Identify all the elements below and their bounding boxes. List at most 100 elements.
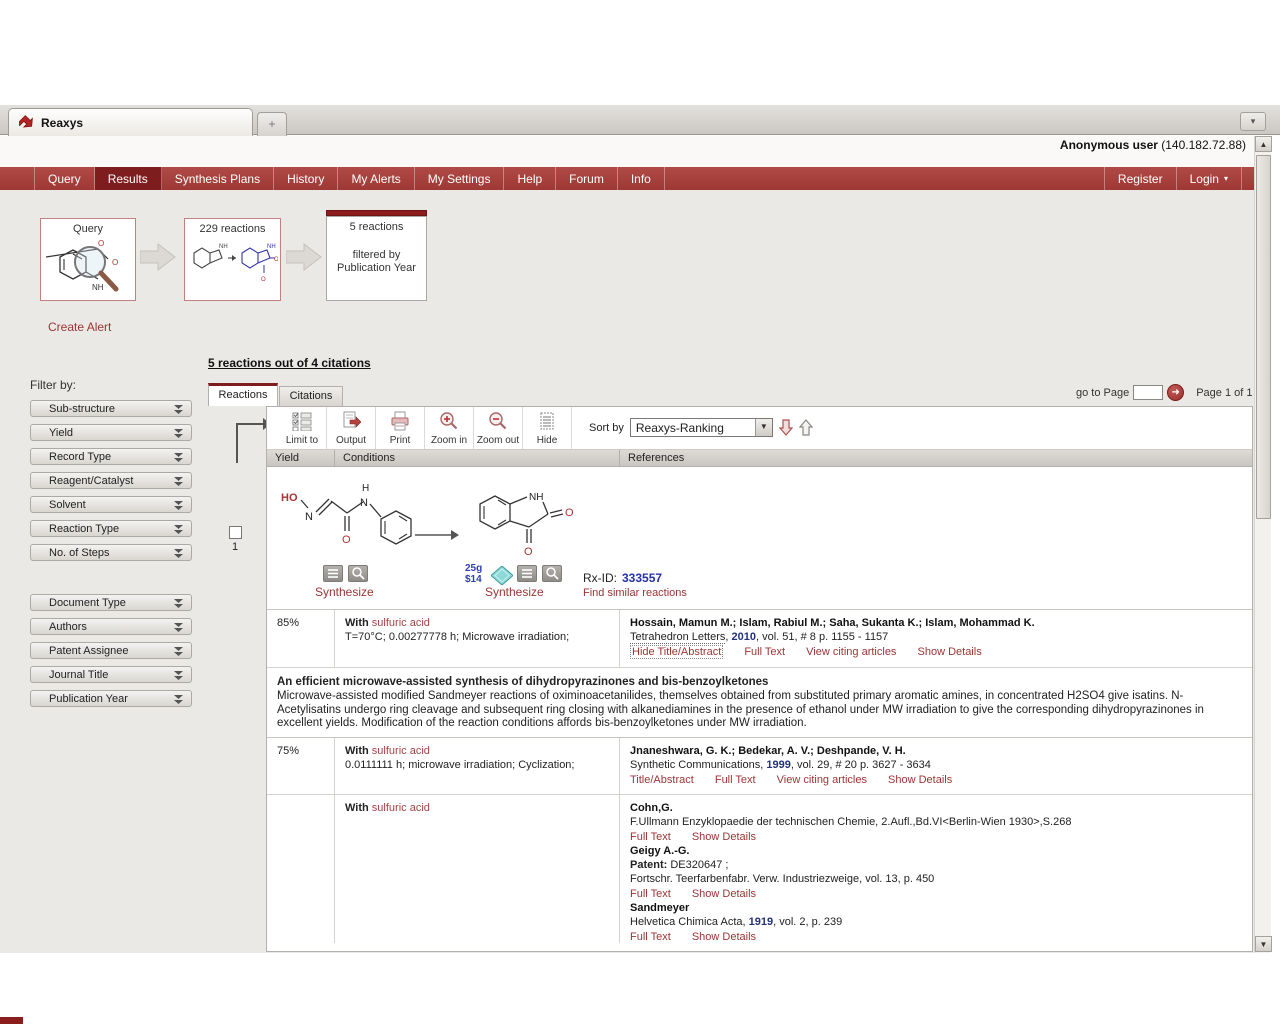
references-cell: Cohn,G. F.Ullmann Enzyklopaedie der tech… <box>620 795 1252 943</box>
filter-sub-structure[interactable]: Sub-structure <box>30 400 192 417</box>
filter-no-of-steps[interactable]: No. of Steps <box>30 544 192 561</box>
browser-tab-reaxys[interactable]: Reaxys <box>8 108 253 136</box>
link-view-citing-articles[interactable]: View citing articles <box>806 646 896 658</box>
link-full-text[interactable]: Full Text <box>744 646 785 658</box>
nav-item-synthesis-plans[interactable]: Synthesis Plans <box>162 167 274 190</box>
reagent-link[interactable]: sulfuric acid <box>372 617 430 629</box>
sort-dropdown[interactable]: Reaxys-Ranking ▼ <box>630 418 773 437</box>
nav-item-info[interactable]: Info <box>618 167 665 190</box>
nav-item-my-alerts[interactable]: My Alerts <box>338 167 414 190</box>
list-icon-button[interactable] <box>323 565 343 582</box>
link-show-details[interactable]: Show Details <box>692 831 756 843</box>
filter-reaction-type[interactable]: Reaction Type <box>30 520 192 537</box>
nav-item-forum[interactable]: Forum <box>556 167 618 190</box>
scrollbar-down-button[interactable]: ▼ <box>1255 936 1272 952</box>
conditions-cell: With sulfuric acid T=70°C; 0.00277778 h;… <box>335 610 620 667</box>
pointer-arrow <box>236 423 264 425</box>
output-button[interactable]: Output <box>327 407 376 449</box>
filter-authors[interactable]: Authors <box>30 618 192 635</box>
nav-item-my-settings[interactable]: My Settings <box>415 167 505 190</box>
link-show-details[interactable]: Show Details <box>918 646 982 658</box>
limit-to-button[interactable]: Limit to <box>278 407 327 449</box>
user-name: Anonymous user <box>1060 138 1158 152</box>
result-checkbox[interactable] <box>229 526 242 539</box>
filter-publication-year[interactable]: Publication Year <box>30 690 192 707</box>
link-view-citing-articles[interactable]: View citing articles <box>777 774 867 786</box>
hide-button[interactable]: Hide <box>523 407 572 449</box>
link-full-text[interactable]: Full Text <box>630 931 671 943</box>
link-show-details[interactable]: Show Details <box>692 931 756 943</box>
zoom-out-button[interactable]: Zoom out <box>474 407 523 449</box>
filter-journal-title[interactable]: Journal Title <box>30 666 192 683</box>
filter-reagent-catalyst[interactable]: Reagent/Catalyst <box>30 472 192 489</box>
goto-page-button[interactable]: ➜ <box>1167 384 1184 401</box>
nav-item-history[interactable]: History <box>274 167 338 190</box>
magnifier-icon-button[interactable] <box>542 565 562 582</box>
flow-arrow-icon <box>286 242 324 272</box>
flow-step-229-reactions[interactable]: 229 reactions NH NH O O <box>184 218 281 301</box>
publication-year: 1999 <box>766 759 790 771</box>
citation-detail: , vol. 2, p. 239 <box>773 916 842 928</box>
tab-list-icon: ▾ <box>1251 116 1256 126</box>
list-icon-button[interactable] <box>517 565 537 582</box>
filter-solvent[interactable]: Solvent <box>30 496 192 513</box>
patent-label: Patent: <box>630 859 667 871</box>
nav-item-query[interactable]: Query <box>34 167 95 190</box>
column-header-conditions[interactable]: Conditions <box>335 450 620 466</box>
magnifier-icon-button[interactable] <box>348 565 368 582</box>
result-row-1: 85% With sulfuric acid T=70°C; 0.0027777… <box>267 610 1252 668</box>
reactant-structure-image: HO N O H N <box>275 479 425 571</box>
link-full-text[interactable]: Full Text <box>715 774 756 786</box>
ref-author: Sandmeyer <box>630 902 1246 915</box>
nav-item-results[interactable]: Results <box>95 167 162 190</box>
create-alert-link[interactable]: Create Alert <box>48 320 111 334</box>
tab-reactions[interactable]: Reactions <box>208 383 278 406</box>
goto-page-input[interactable] <box>1133 385 1163 400</box>
sort-value: Reaxys-Ranking <box>636 421 724 435</box>
zoom-in-button[interactable]: Zoom in <box>425 407 474 449</box>
login-button[interactable]: Login ▾ <box>1176 167 1242 190</box>
tab-list-button[interactable]: ▾ <box>1240 112 1266 131</box>
filter-record-type[interactable]: Record Type <box>30 448 192 465</box>
svg-text:O: O <box>98 239 104 248</box>
price-info[interactable]: 25g $14 <box>465 563 482 585</box>
column-header-references[interactable]: References <box>620 450 1252 466</box>
journal-link[interactable]: Tetrahedron Letters <box>630 631 725 644</box>
new-tab-button[interactable]: + <box>257 112 287 136</box>
print-button[interactable]: Print <box>376 407 425 449</box>
page-info: Page 1 of 1 <box>1196 387 1252 399</box>
flow-step-5-reactions[interactable]: 5 reactions filtered by Publication Year <box>326 216 427 301</box>
scrollbar-thumb[interactable] <box>1256 155 1271 519</box>
link-hide-title-abstract[interactable]: Hide Title/Abstract <box>630 645 723 659</box>
register-button[interactable]: Register <box>1104 167 1176 190</box>
filter-document-type[interactable]: Document Type <box>30 594 192 611</box>
link-show-details[interactable]: Show Details <box>692 888 756 900</box>
filter-yield[interactable]: Yield <box>30 424 192 441</box>
scroll-up-icon: ▲ <box>1260 140 1268 149</box>
link-show-details[interactable]: Show Details <box>888 774 952 786</box>
scrollbar-up-button[interactable]: ▲ <box>1255 136 1272 152</box>
filter-patent-assignee[interactable]: Patent Assignee <box>30 642 192 659</box>
synthesize-link-right[interactable]: Synthesize <box>485 585 544 599</box>
sort-descending-icon[interactable] <box>779 419 793 436</box>
vertical-scrollbar[interactable]: ▲ ▼ <box>1254 136 1271 953</box>
link-full-text[interactable]: Full Text <box>630 831 671 843</box>
reagent-link[interactable]: sulfuric acid <box>372 802 430 814</box>
column-header-yield[interactable]: Yield <box>267 450 335 466</box>
flow-step-query[interactable]: Query O O NH <box>40 218 136 301</box>
link-title-abstract[interactable]: Title/Abstract <box>630 774 694 786</box>
link-full-text[interactable]: Full Text <box>630 888 671 900</box>
magnifier-icon <box>543 566 561 581</box>
commercial-availability-diamond-icon[interactable] <box>491 566 513 585</box>
yield-cell: 75% <box>267 738 335 794</box>
reagent-link[interactable]: sulfuric acid <box>372 745 430 757</box>
nav-item-help[interactable]: Help <box>504 167 556 190</box>
chevron-double-down-icon <box>174 695 183 705</box>
tab-citations[interactable]: Citations <box>279 386 343 406</box>
ref-author: Cohn,G. <box>630 802 1246 815</box>
find-similar-reactions-link[interactable]: Find similar reactions <box>583 587 687 599</box>
sort-ascending-icon[interactable] <box>799 419 813 436</box>
synthesize-link-left[interactable]: Synthesize <box>315 585 374 599</box>
rxid: Rx-ID:333557 <box>583 571 662 585</box>
product-structure-image: NH O O <box>465 483 580 575</box>
